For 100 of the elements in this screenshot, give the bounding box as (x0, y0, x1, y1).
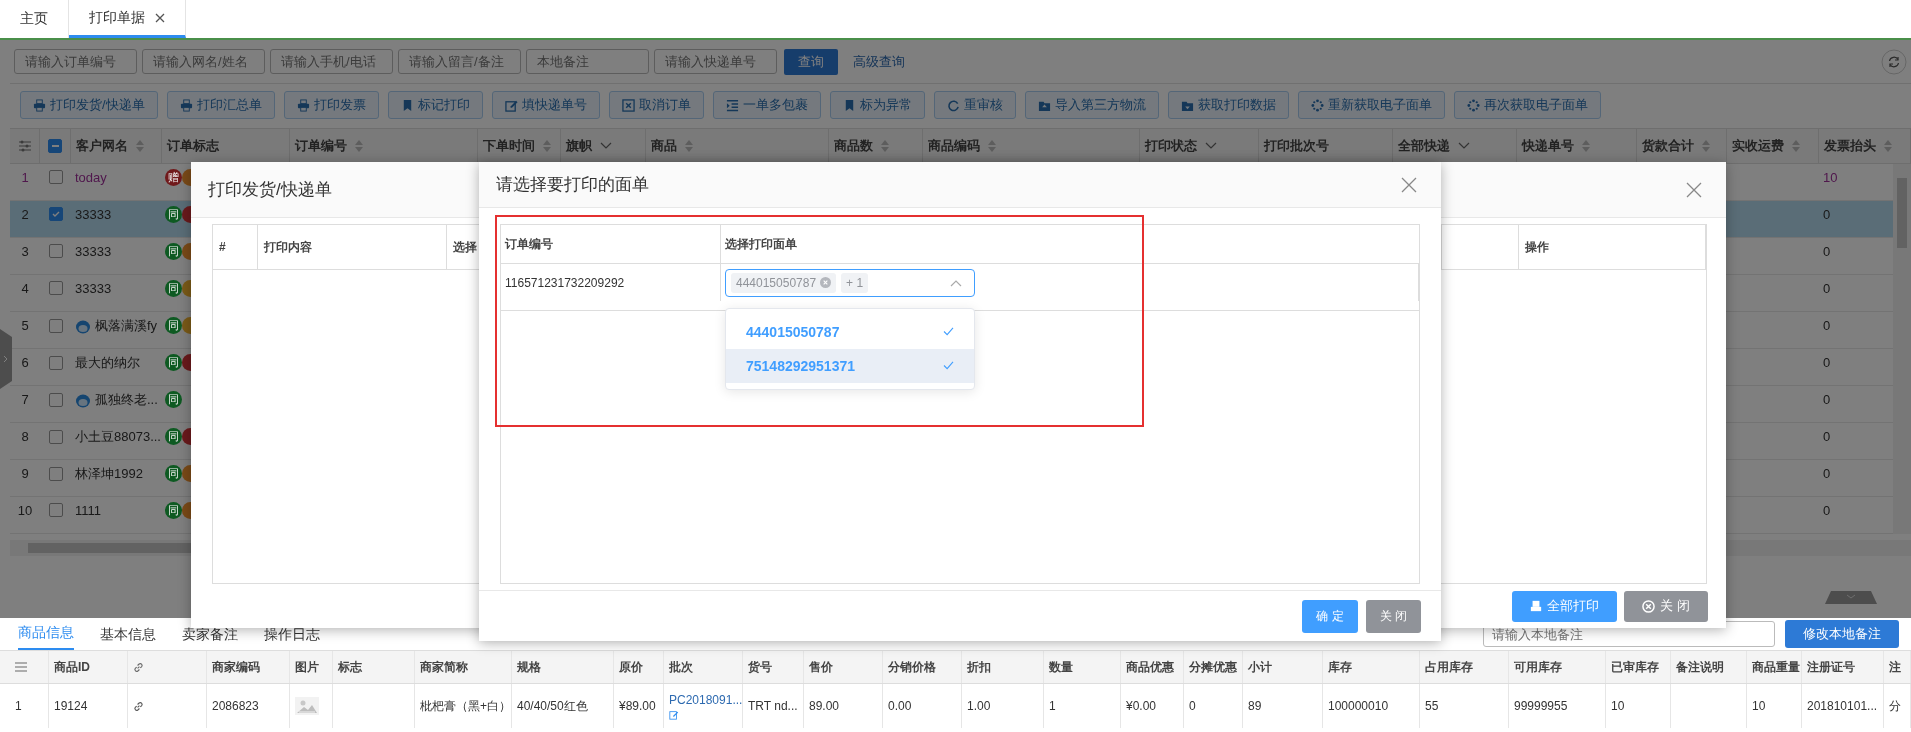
table-cell: 0.00 (888, 699, 912, 713)
dialog-title: 请选择要打印的面单 (496, 174, 649, 196)
sort-icon[interactable] (1582, 140, 1590, 152)
toolbar-button[interactable]: 打印发货/快递单 (20, 91, 158, 119)
row-checkbox[interactable] (48, 429, 63, 444)
chevron-down-icon[interactable] (1205, 142, 1217, 150)
sort-icon[interactable] (543, 140, 551, 152)
column-header[interactable]: 商品编码 (928, 137, 980, 155)
row-checkbox[interactable] (48, 392, 63, 407)
query-button[interactable]: 查询 (784, 48, 838, 75)
search-field[interactable]: 本地备注 (526, 49, 649, 74)
order-flag-badge: 同 (165, 317, 182, 334)
row-number: 7 (21, 392, 29, 407)
refresh-icon[interactable] (1881, 48, 1907, 75)
row-checkbox[interactable] (48, 355, 63, 370)
close-button[interactable]: 关 闭 (1365, 600, 1421, 633)
batch-link[interactable]: PC2018091... (669, 692, 742, 707)
freight-value: 0 (1823, 280, 1831, 296)
column-header[interactable]: 订单编号 (295, 137, 347, 155)
column-header[interactable]: 商品数 (834, 137, 873, 155)
search-field[interactable]: 请输入手机/电话 (270, 49, 393, 74)
sort-icon[interactable] (136, 140, 144, 152)
chevron-down-icon[interactable] (1458, 142, 1470, 150)
toolbar-button[interactable]: 填快递单号 (491, 91, 600, 119)
toolbar-button[interactable]: 打印发票 (283, 91, 379, 119)
column-header[interactable]: 商品 (651, 137, 677, 155)
advanced-search-link[interactable]: 高级查询 (853, 52, 905, 71)
column-header[interactable]: 订单标志 (167, 137, 219, 155)
search-field[interactable]: 请输入订单编号 (14, 49, 137, 74)
sort-icon[interactable] (1702, 140, 1710, 152)
link-icon[interactable] (133, 700, 144, 712)
indent-icon (725, 98, 739, 112)
page-tab[interactable]: 打印单据 (69, 0, 186, 38)
edit-note-button[interactable]: 修改本地备注 (1785, 620, 1899, 648)
column-header: 批次 (669, 658, 693, 676)
row-checkbox[interactable] (48, 207, 63, 222)
column-header[interactable]: 货款合计 (1642, 137, 1694, 155)
toolbar-button[interactable]: 取消订单 (608, 91, 704, 119)
column-header: 商家简称 (420, 658, 468, 676)
toolbar-button[interactable]: 重审核 (933, 91, 1016, 119)
sort-icon[interactable] (881, 140, 889, 152)
toolbar-button[interactable]: 标记打印 (387, 91, 483, 119)
column-header[interactable]: 下单时间 (483, 137, 535, 155)
toolbar-button[interactable]: 重新获取电子面单 (1297, 91, 1445, 119)
confirm-button[interactable]: 确 定 (1302, 600, 1358, 633)
detail-tab[interactable]: 卖家备注 (182, 626, 238, 650)
vertical-scrollbar[interactable] (1893, 164, 1911, 534)
column-settings-icon[interactable] (17, 140, 32, 152)
column-header[interactable]: 发票抬头 (1824, 137, 1876, 155)
column-header[interactable]: 打印批次号 (1264, 137, 1329, 155)
column-header[interactable]: 客户网名 (76, 137, 128, 155)
sort-icon[interactable] (685, 140, 693, 152)
search-field[interactable]: 请输入留言/备注 (398, 49, 521, 74)
close-icon[interactable] (1686, 181, 1702, 198)
column-header: 商品ID (54, 658, 90, 676)
toolbar-button[interactable]: 再次获取电子面单 (1453, 91, 1601, 119)
close-button[interactable]: 关 闭 (1624, 590, 1708, 622)
detail-tab[interactable]: 基本信息 (100, 626, 156, 650)
detail-tab[interactable]: 操作日志 (264, 626, 320, 650)
sidebar-expand-handle[interactable] (0, 329, 12, 389)
column-header[interactable]: 实收运费 (1732, 137, 1784, 155)
sort-icon[interactable] (1884, 140, 1892, 152)
search-field[interactable]: 请输入快递单号 (654, 49, 777, 74)
column-header[interactable]: 全部快递 (1398, 137, 1450, 155)
dropdown-option[interactable]: 444015050787 (726, 314, 974, 349)
printer-icon (33, 98, 46, 112)
table-cell: 55 (1425, 699, 1439, 713)
print-all-button[interactable]: 全部打印 (1512, 590, 1618, 622)
sort-icon[interactable] (1792, 140, 1800, 152)
freight-value: 0 (1823, 466, 1831, 481)
chevron-icon[interactable] (950, 278, 962, 287)
toolbar-button[interactable]: 获取打印数据 (1167, 91, 1289, 119)
column-header: # (219, 240, 226, 254)
menu-icon[interactable] (15, 662, 27, 672)
toolbar-button[interactable]: 标为异常 (829, 91, 925, 119)
edit-icon[interactable] (669, 709, 679, 720)
row-checkbox[interactable] (48, 244, 63, 259)
column-header[interactable]: 旗帜 (566, 137, 592, 155)
close-icon[interactable] (155, 12, 165, 23)
close-icon[interactable] (1401, 176, 1417, 193)
row-checkbox[interactable] (48, 170, 63, 185)
toolbar-button[interactable]: 导入第三方物流 (1024, 91, 1159, 119)
sort-icon[interactable] (988, 140, 996, 152)
column-header[interactable]: 快递单号 (1522, 137, 1574, 155)
dropdown-option[interactable]: 75148292951371 (726, 348, 974, 383)
chevron-down-icon[interactable] (600, 142, 612, 150)
table-cell: ¥89.00 (619, 699, 656, 713)
page-tab[interactable]: 主页 (0, 0, 69, 38)
column-header[interactable]: 打印状态 (1145, 137, 1197, 155)
select-all-checkbox[interactable] (48, 139, 62, 153)
panel-collapse-handle[interactable] (1825, 591, 1877, 604)
remove-icon[interactable] (820, 277, 832, 288)
column-header: 商家编码 (212, 658, 260, 676)
row-checkbox[interactable] (48, 503, 63, 518)
sort-icon[interactable] (355, 140, 363, 152)
toolbar-button[interactable]: 打印汇总单 (166, 91, 275, 119)
row-checkbox[interactable] (48, 466, 63, 481)
search-field[interactable]: 请输入网名/姓名 (142, 49, 265, 74)
row-checkbox[interactable] (48, 318, 63, 333)
row-checkbox[interactable] (48, 281, 63, 296)
